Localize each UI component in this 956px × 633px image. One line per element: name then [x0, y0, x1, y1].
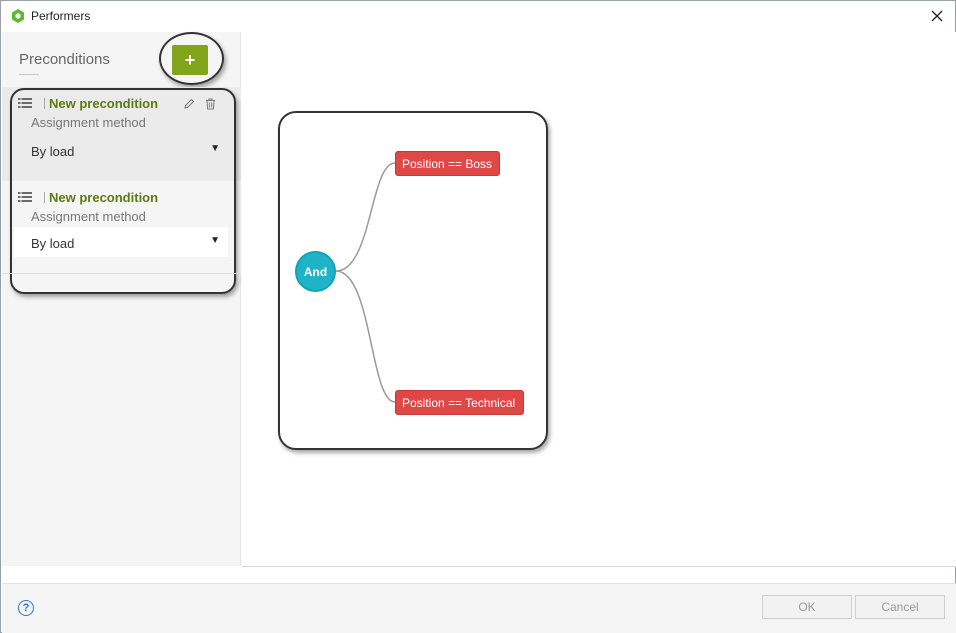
performers-window: Performers Preconditions + New precondit… — [0, 0, 956, 633]
precondition-item[interactable]: New precondition Assignment method By lo… — [2, 181, 241, 275]
assignment-method-label: Assignment method — [31, 209, 146, 224]
title-bar: Performers — [1, 1, 955, 32]
assignment-method-select[interactable]: By load ▼ — [14, 135, 228, 165]
connector-lines — [335, 162, 396, 403]
separator — [44, 98, 45, 109]
sidebar-divider — [2, 273, 241, 274]
precondition-title: New precondition — [49, 96, 159, 111]
app-logo-icon — [11, 9, 25, 23]
list-icon — [18, 97, 32, 109]
dropdown-arrow-icon: ▼ — [210, 235, 220, 246]
trash-icon[interactable] — [205, 97, 216, 110]
sidebar-title: Preconditions — [19, 51, 110, 68]
precondition-item[interactable]: New precondition Assignment method By lo… — [2, 87, 241, 181]
assignment-method-value: By load — [31, 144, 75, 159]
edit-icon[interactable] — [183, 97, 195, 109]
preconditions-sidebar: Preconditions + New precondition Assignm… — [2, 32, 241, 566]
list-icon — [18, 191, 32, 203]
and-node[interactable]: And — [295, 251, 336, 292]
separator — [44, 192, 45, 203]
condition-node-technical[interactable]: Position == Technical — [395, 390, 524, 415]
condition-diagram-canvas[interactable]: And Position == Boss Position == Technic… — [242, 32, 956, 566]
help-icon[interactable]: ? — [18, 600, 34, 616]
ok-button[interactable]: OK — [762, 595, 852, 619]
sidebar-header: Preconditions + — [2, 32, 241, 87]
title-underline — [19, 74, 39, 75]
assignment-method-value: By load — [31, 236, 75, 251]
assignment-method-select[interactable]: By load ▼ — [14, 227, 228, 257]
condition-node-boss[interactable]: Position == Boss — [395, 151, 500, 176]
dropdown-arrow-icon: ▼ — [210, 143, 220, 154]
assignment-method-label: Assignment method — [31, 115, 146, 130]
canvas-bottom-divider — [242, 566, 956, 567]
cancel-button[interactable]: Cancel — [855, 595, 945, 619]
dialog-footer: ? OK Cancel — [2, 583, 956, 633]
window-title: Performers — [31, 9, 91, 23]
add-precondition-button[interactable]: + — [172, 45, 208, 75]
precondition-title: New precondition — [49, 190, 159, 205]
close-icon[interactable] — [925, 5, 949, 27]
